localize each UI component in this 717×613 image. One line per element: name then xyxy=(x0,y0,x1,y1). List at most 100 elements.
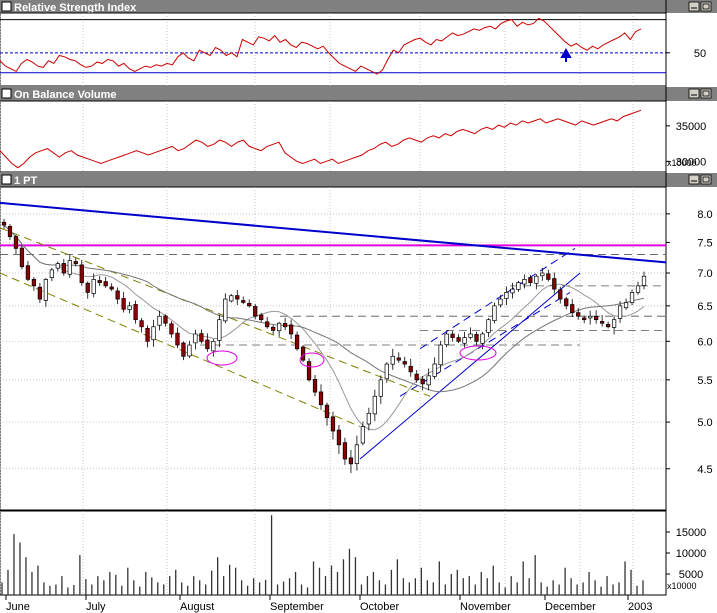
restore-button[interactable] xyxy=(688,174,700,185)
candle-body xyxy=(611,319,617,328)
candle-body xyxy=(486,319,491,333)
price-y-tick-label: 4.5 xyxy=(697,464,712,476)
candle-body xyxy=(522,279,527,285)
candle-body xyxy=(13,236,19,249)
candle-body xyxy=(199,333,204,342)
candle-body xyxy=(348,457,354,465)
candle-body xyxy=(79,264,84,283)
x-axis-label: September xyxy=(270,601,324,613)
candle-body xyxy=(145,328,150,342)
candle-body xyxy=(193,333,198,344)
price-y-tick-label: 7.5 xyxy=(697,237,712,249)
candle-body xyxy=(426,375,431,386)
candle-body xyxy=(444,333,449,346)
candle-body xyxy=(55,263,60,269)
candle-body xyxy=(247,302,252,307)
price-y-tick-label: 8.0 xyxy=(697,209,712,221)
price-y-tick-label: 5.0 xyxy=(697,417,712,429)
candle-body xyxy=(516,282,521,290)
candle-body xyxy=(157,315,162,326)
x-axis-label: July xyxy=(86,601,106,613)
pane-checkbox[interactable] xyxy=(1,174,12,185)
candle-body xyxy=(223,298,228,322)
candle-body xyxy=(229,295,234,302)
candle-body xyxy=(378,379,383,397)
maximize-button[interactable] xyxy=(700,174,712,185)
volume-y-tick-label: 5000 xyxy=(679,569,703,581)
candle-body xyxy=(205,339,210,350)
x-axis-label: 2003 xyxy=(628,601,652,613)
pane-checkbox[interactable] xyxy=(1,1,12,12)
candle-body xyxy=(91,279,96,294)
volume-y-tick-label: 10000 xyxy=(676,548,707,560)
candle-body xyxy=(133,304,138,321)
candle-body xyxy=(49,269,54,278)
candle-body xyxy=(151,326,156,341)
x-axis-label: June xyxy=(6,601,30,613)
maximize-button[interactable] xyxy=(700,1,712,12)
candle-body xyxy=(97,280,102,283)
pane-checkbox[interactable] xyxy=(1,88,12,99)
restore-button[interactable] xyxy=(688,88,700,99)
candle-body xyxy=(635,285,641,293)
candle-body xyxy=(31,279,37,287)
price-y-tick-label: 5.5 xyxy=(697,375,712,387)
obv-y-tick-label: 35000 xyxy=(676,121,707,133)
volume-y-tick-label: 15000 xyxy=(676,527,707,539)
pane-title-bar xyxy=(0,173,717,187)
candle-body xyxy=(588,315,593,319)
candle-body xyxy=(414,373,419,381)
candle-body xyxy=(528,277,533,283)
candle-body xyxy=(438,344,443,366)
candle-body xyxy=(121,298,126,310)
candle-body xyxy=(318,391,324,406)
candle-body xyxy=(127,305,132,310)
candle-body xyxy=(546,273,551,280)
candle-body xyxy=(217,319,222,341)
candle-body xyxy=(384,363,389,380)
candle-body xyxy=(474,334,479,342)
candle-body xyxy=(552,278,557,290)
x-axis-label: November xyxy=(460,601,511,613)
candle-body xyxy=(19,247,25,268)
maximize-button[interactable] xyxy=(700,88,712,99)
candle-body xyxy=(468,333,473,338)
candle-body xyxy=(366,412,371,425)
candle-body xyxy=(43,279,48,301)
volume-unit-label: x10000 xyxy=(667,581,697,591)
price-y-tick-label: 7.0 xyxy=(697,268,712,280)
x-axis-label: August xyxy=(180,601,214,613)
stock-chart: Relative Strength Index On Balance Volume… xyxy=(0,0,717,613)
candle-body xyxy=(360,426,366,444)
x-axis-label: December xyxy=(545,601,596,613)
price-y-tick-label: 6.0 xyxy=(697,336,712,348)
candle-body xyxy=(103,281,108,287)
candle-body xyxy=(462,337,467,344)
candle-body xyxy=(294,334,300,350)
candle-body xyxy=(211,340,216,352)
candle-body xyxy=(420,378,425,385)
candle-body xyxy=(570,304,575,314)
candle-body xyxy=(109,286,114,290)
candle-body xyxy=(25,265,31,280)
candle-body xyxy=(480,333,485,344)
candle-body xyxy=(402,361,407,365)
candle-body xyxy=(7,226,13,237)
candle-body xyxy=(558,289,563,300)
candle-body xyxy=(594,316,599,321)
candle-body xyxy=(73,261,78,264)
candle-body xyxy=(181,342,186,357)
candle-body xyxy=(265,321,270,328)
candle-body xyxy=(61,263,66,274)
candle-body xyxy=(169,323,174,335)
candle-body xyxy=(235,295,240,300)
candle-body xyxy=(492,305,497,321)
restore-button[interactable] xyxy=(688,1,700,12)
candle-body xyxy=(540,272,545,277)
candle-body xyxy=(617,305,623,319)
candle-body xyxy=(1,221,7,226)
candle-body xyxy=(163,315,168,324)
candle-body xyxy=(600,321,605,324)
candle-body xyxy=(115,290,120,300)
candle-body xyxy=(534,275,539,284)
